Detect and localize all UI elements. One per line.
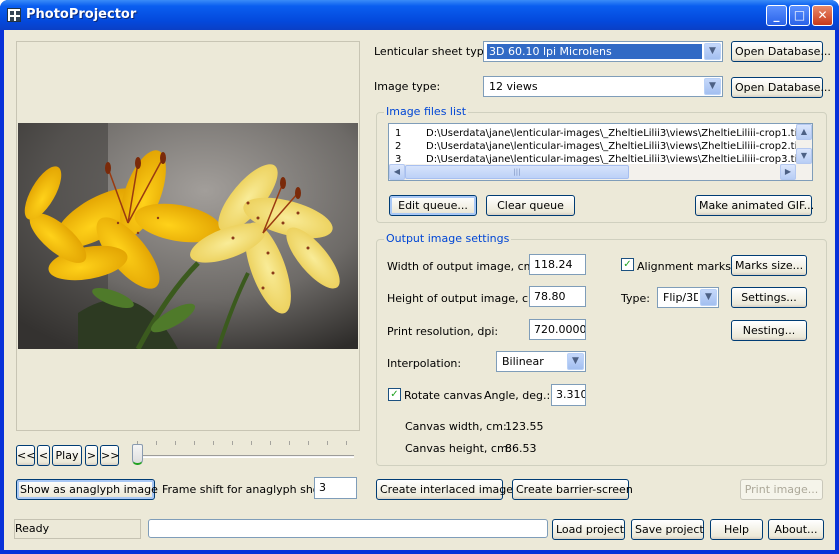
resolution-input[interactable]: 720.000000 [529,319,586,340]
chevron-down-icon[interactable]: ▼ [567,353,584,370]
status-text: Ready [14,519,141,539]
chevron-down-icon[interactable]: ▼ [704,43,721,60]
row-number: 2 [395,141,402,152]
help-button[interactable]: Help [710,519,763,540]
type-value: Flip/3D [663,291,698,304]
alignment-marks-label: Alignment marks [637,260,731,273]
scroll-right-icon[interactable]: ▶ [780,164,796,180]
alignment-marks-checkbox[interactable]: ✓ [621,258,634,271]
type-select[interactable]: Flip/3D ▼ [657,287,719,308]
progress-bar [148,519,548,538]
image-preview-pane [16,41,360,431]
play-button[interactable]: Play [52,445,82,466]
row-path: D:\Userdata\jane\lenticular-images\_Zhel… [426,141,801,152]
load-project-button[interactable]: Load project [552,519,625,540]
slider-tick [308,441,309,445]
slider-tick [156,441,157,445]
slider-tick [232,441,233,445]
width-label: Width of output image, cm: [387,260,539,273]
image-type-select[interactable]: 12 views ▼ [483,76,723,97]
chevron-down-icon[interactable]: ▼ [700,289,717,306]
create-barrier-screen-button[interactable]: Create barrier-screen [512,479,633,500]
list-item[interactable]: 2 D:\Userdata\jane\lenticular-images\_Zh… [389,141,801,154]
frame-slider-thumb[interactable] [132,444,143,465]
interpolation-value: Bilinear [502,355,544,368]
output-settings-group: Output image settings Width of output im… [376,232,827,466]
title-bar[interactable]: PhotoProjector _ □ ✕ [0,0,839,30]
slider-tick [194,441,195,445]
last-frame-button[interactable]: >> [100,445,119,466]
type-label: Type: [621,292,650,305]
minimize-button[interactable]: _ [766,5,787,26]
clear-queue-button[interactable]: Clear queue [486,195,575,216]
list-item[interactable]: 1 D:\Userdata\jane\lenticular-images\_Zh… [389,128,801,141]
lenticular-sheet-select[interactable]: 3D 60.10 lpi Microlens ▼ [483,41,723,62]
about-button[interactable]: About... [768,519,824,540]
edit-queue-button[interactable]: Edit queue... [389,195,477,216]
list-horizontal-scrollbar[interactable]: ◀ ||| ▶ [389,164,812,180]
settings-button[interactable]: Settings... [731,287,807,308]
lily-photo [18,123,358,349]
slider-tick [346,441,347,445]
slider-tick [251,441,252,445]
image-type-label: Image type: [374,80,441,93]
print-image-button[interactable]: Print image... [740,479,823,500]
close-button[interactable]: ✕ [812,5,833,26]
nesting-button[interactable]: Nesting... [731,320,807,341]
next-frame-button[interactable]: > [85,445,98,466]
canvas-width-value: 123.55 [505,420,544,433]
angle-input[interactable]: 3.310 [551,384,586,406]
image-files-list[interactable]: 1 D:\Userdata\jane\lenticular-images\_Zh… [388,123,813,181]
rotate-canvas-label: Rotate canvas [404,389,483,402]
list-vertical-scrollbar[interactable]: ▲ ▼ [796,124,812,165]
resolution-label: Print resolution, dpi: [387,325,499,338]
scroll-left-icon[interactable]: ◀ [389,164,405,180]
first-frame-button[interactable]: << [16,445,35,466]
canvas-height-label: Canvas height, cm: [405,442,512,455]
show-anaglyph-button[interactable]: Show as anaglyph image [16,479,158,500]
image-files-group: Image files list 1 D:\Userdata\jane\lent… [376,105,827,223]
output-settings-group-title: Output image settings [384,232,512,245]
frame-shift-input[interactable]: 3 [314,477,357,499]
image-files-group-title: Image files list [384,105,469,118]
window-title: PhotoProjector [26,7,137,22]
height-input[interactable]: 78.80 [529,286,586,307]
angle-label: Angle, deg.: [484,389,551,402]
make-animated-gif-button[interactable]: Make animated GIF... [695,195,814,216]
interpolation-select[interactable]: Bilinear ▼ [496,351,586,372]
frame-slider-track[interactable] [137,455,354,458]
scroll-up-icon[interactable]: ▲ [796,124,812,140]
canvas-width-label: Canvas width, cm: [405,420,507,433]
rotate-canvas-checkbox[interactable]: ✓ [388,388,401,401]
frame-shift-label: Frame shift for anaglyph show: [162,483,332,496]
height-label: Height of output image, cm: [387,292,543,305]
client-area: << < Play > >> Show as anaglyph image Fr… [4,30,835,550]
row-path: D:\Userdata\jane\lenticular-images\_Zhel… [426,128,801,139]
maximize-button[interactable]: □ [789,5,810,26]
create-interlaced-button[interactable]: Create interlaced image [376,479,513,500]
open-database-button-2[interactable]: Open Database... [731,77,831,98]
open-database-button-1[interactable]: Open Database... [731,41,831,62]
slider-tick [213,441,214,445]
horizontal-scroll-thumb[interactable]: ||| [405,165,629,179]
lenticular-sheet-label: Lenticular sheet type: [374,45,495,58]
slider-tick [270,441,271,445]
interpolation-label: Interpolation: [387,357,462,370]
image-type-value: 12 views [489,80,538,93]
lenticular-sheet-value: 3D 60.10 lpi Microlens [487,44,702,59]
chevron-down-icon[interactable]: ▼ [704,78,721,95]
prev-frame-button[interactable]: < [37,445,50,466]
width-input[interactable]: 118.24 [529,254,586,275]
app-window: PhotoProjector _ □ ✕ << < Play > >> Show… [0,0,839,554]
slider-tick [289,441,290,445]
slider-tick [327,441,328,445]
save-project-button[interactable]: Save project [631,519,704,540]
slider-tick [175,441,176,445]
marks-size-button[interactable]: Marks size... [731,255,807,276]
app-icon [7,8,21,22]
row-number: 1 [395,128,402,139]
canvas-height-value: 86.53 [505,442,537,455]
scroll-down-icon[interactable]: ▼ [796,148,812,164]
